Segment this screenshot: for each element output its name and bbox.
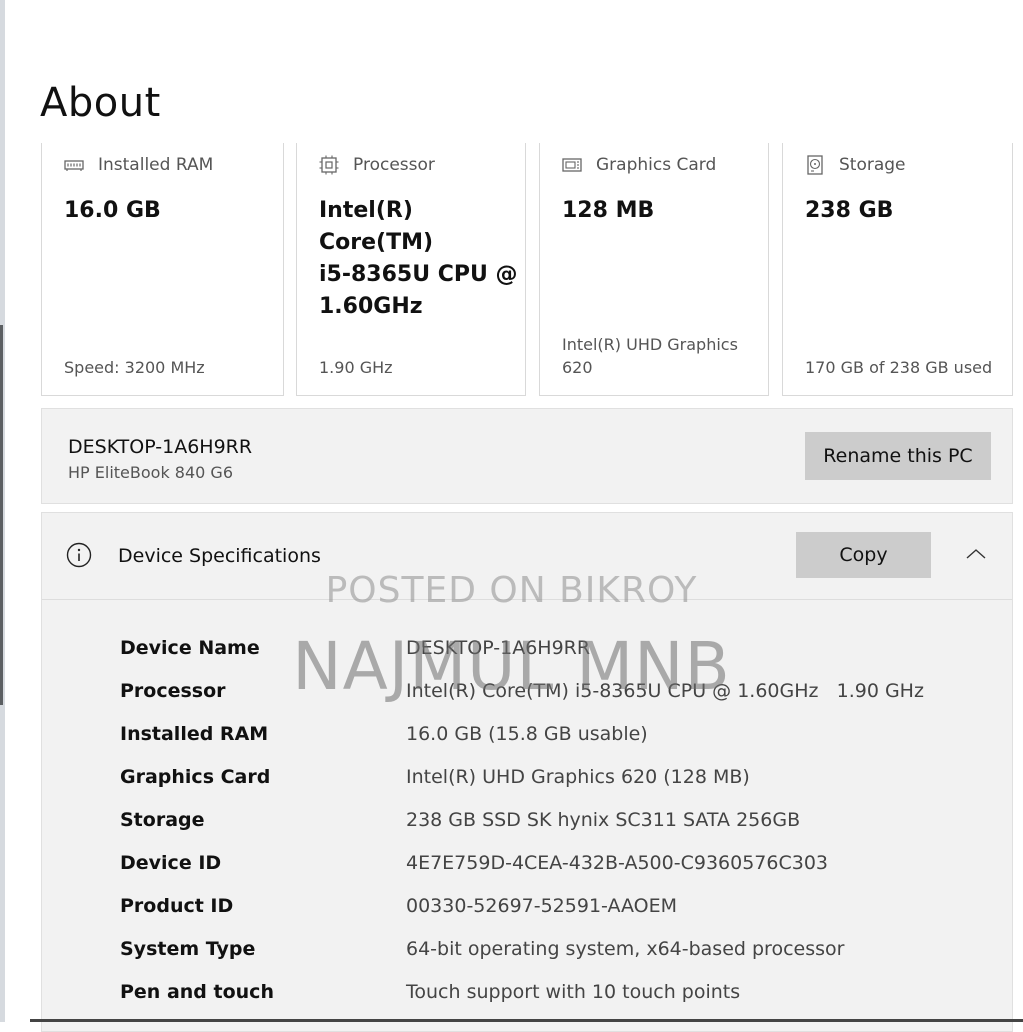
- device-specifications-panel: Device Specifications Copy Device Name D…: [41, 512, 1013, 1032]
- copy-button[interactable]: Copy: [796, 532, 931, 578]
- page-title: About: [40, 80, 161, 126]
- spec-value: 238 GB SSD SK hynix SC311 SATA 256GB: [406, 809, 801, 831]
- pc-name: DESKTOP-1A6H9RR: [68, 436, 253, 458]
- ram-icon: [64, 160, 84, 171]
- card-storage: Storage 238 GB 170 GB of 238 GB used: [782, 143, 1013, 396]
- pc-info-panel: DESKTOP-1A6H9RR HP EliteBook 840 G6 Rena…: [41, 408, 1013, 504]
- card-installed-ram: Installed RAM 16.0 GB Speed: 3200 MHz: [41, 143, 284, 396]
- card-value: 16.0 GB: [64, 198, 161, 223]
- card-label: Storage: [839, 155, 906, 175]
- pc-model: HP EliteBook 840 G6: [68, 463, 233, 482]
- info-icon: [66, 542, 92, 568]
- card-footer: Speed: 3200 MHz: [64, 358, 205, 377]
- spec-label: Graphics Card: [120, 766, 271, 788]
- spec-label: Device ID: [120, 852, 222, 874]
- spec-row-product-id: Product ID 00330-52697-52591-AAOEM: [120, 889, 1000, 932]
- spec-row-device-name: Device Name DESKTOP-1A6H9RR: [120, 631, 1000, 674]
- spec-value: 64-bit operating system, x64-based proce…: [406, 938, 845, 960]
- spec-value: 4E7E759D-4CEA-432B-A500-C9360576C303: [406, 852, 829, 874]
- card-footer: 1.90 GHz: [319, 358, 393, 377]
- spec-value: 16.0 GB (15.8 GB usable): [406, 723, 648, 745]
- card-value: Intel(R) Core(TM) i5-8365U CPU @ 1.60GHz: [319, 198, 518, 319]
- graphics-card-icon: [562, 158, 582, 172]
- spec-value: DESKTOP-1A6H9RR: [406, 637, 591, 659]
- spec-label: Device Name: [120, 637, 260, 659]
- spec-row-device-id: Device ID 4E7E759D-4CEA-432B-A500-C93605…: [120, 846, 1000, 889]
- spec-value: Intel(R) UHD Graphics 620 (128 MB): [406, 766, 750, 788]
- card-value: 128 MB: [562, 198, 655, 223]
- card-footer: Intel(R) UHD Graphics 620: [562, 335, 738, 377]
- spec-row-installed-ram: Installed RAM 16.0 GB (15.8 GB usable): [120, 717, 1000, 760]
- processor-icon: [319, 155, 339, 175]
- card-graphics: Graphics Card 128 MB Intel(R) UHD Graphi…: [539, 143, 769, 396]
- scrollbar-track[interactable]: [0, 325, 3, 705]
- card-label: Installed RAM: [98, 155, 214, 175]
- spec-row-system-type: System Type 64-bit operating system, x64…: [120, 932, 1000, 975]
- card-footer: 170 GB of 238 GB used: [805, 358, 993, 377]
- card-label: Graphics Card: [596, 155, 717, 175]
- summary-cards: Installed RAM 16.0 GB Speed: 3200 MHz Pr…: [41, 143, 1013, 397]
- spec-label: Storage: [120, 809, 205, 831]
- spec-label: Processor: [120, 680, 226, 702]
- spec-value: Intel(R) Core(TM) i5-8365U CPU @ 1.60GHz…: [406, 680, 924, 702]
- spec-label: Product ID: [120, 895, 234, 917]
- spec-label: Installed RAM: [120, 723, 269, 745]
- card-processor: Processor Intel(R) Core(TM) i5-8365U CPU…: [296, 143, 526, 396]
- rename-pc-button[interactable]: Rename this PC: [805, 432, 991, 480]
- spec-value: 00330-52697-52591-AAOEM: [406, 895, 678, 917]
- spec-value: Touch support with 10 touch points: [406, 981, 741, 1003]
- device-specifications-header[interactable]: Device Specifications Copy: [42, 513, 1012, 600]
- spec-label: System Type: [120, 938, 256, 960]
- storage-icon: [807, 155, 823, 175]
- card-value: 238 GB: [805, 198, 894, 223]
- device-specifications-title: Device Specifications: [118, 545, 321, 567]
- card-label: Processor: [353, 155, 435, 175]
- spec-row-pen-and-touch: Pen and touch Touch support with 10 touc…: [120, 975, 1000, 1018]
- specifications-list: Device Name DESKTOP-1A6H9RR Processor In…: [120, 631, 1000, 1018]
- spec-row-processor: Processor Intel(R) Core(TM) i5-8365U CPU…: [120, 674, 1000, 717]
- spec-label: Pen and touch: [120, 981, 274, 1003]
- spec-row-graphics-card: Graphics Card Intel(R) UHD Graphics 620 …: [120, 760, 1000, 803]
- spec-row-storage: Storage 238 GB SSD SK hynix SC311 SATA 2…: [120, 803, 1000, 846]
- chevron-up-icon[interactable]: [964, 545, 988, 563]
